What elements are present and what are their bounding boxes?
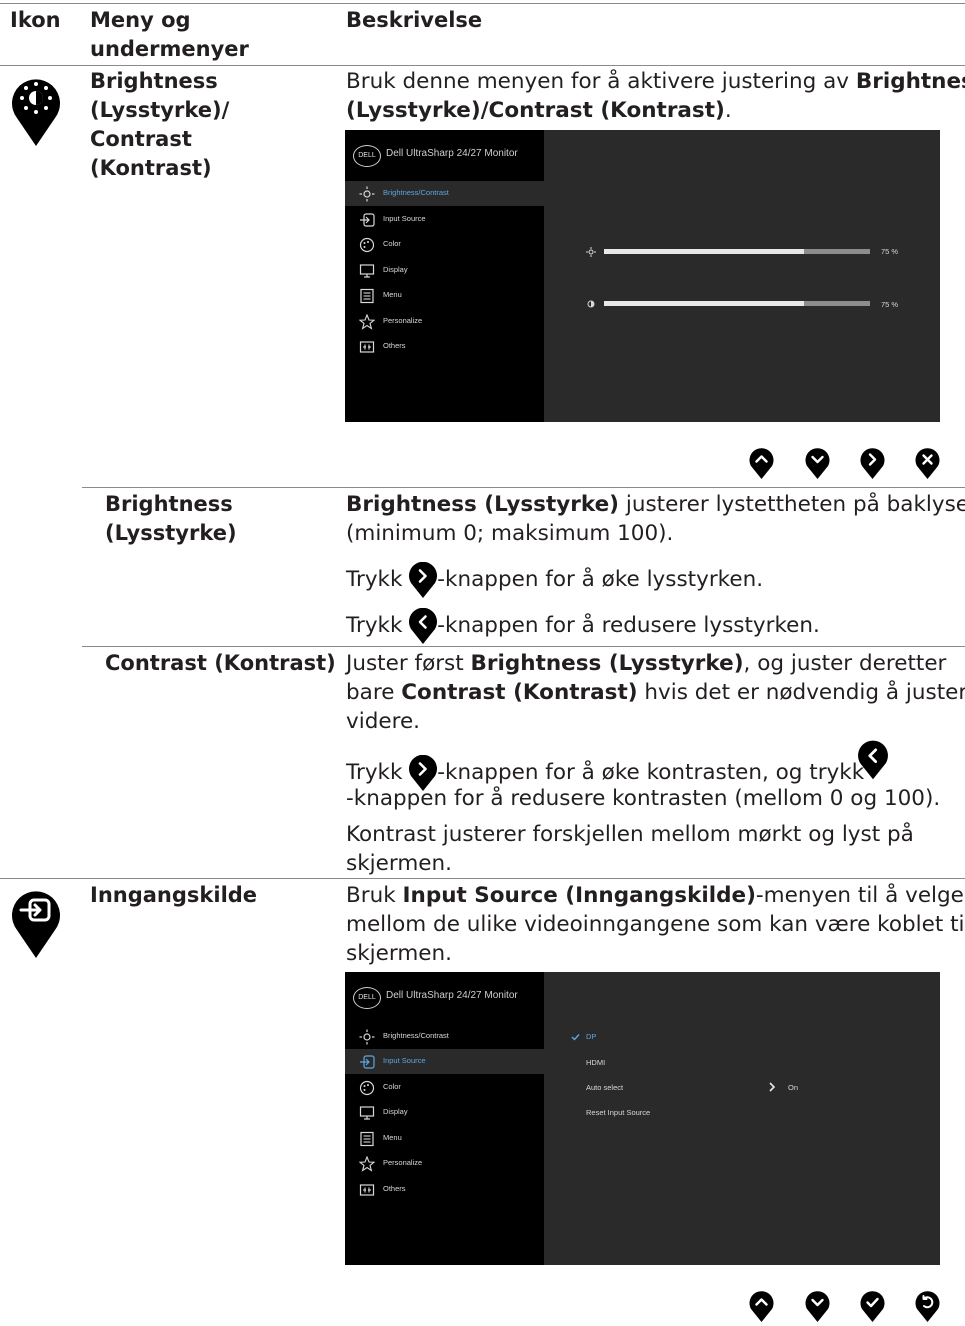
osd-menu-color[interactable]: Color bbox=[345, 1075, 544, 1100]
contrast-sub-desc-3: videre. bbox=[346, 709, 421, 734]
contrast-slider-icon bbox=[587, 300, 595, 308]
osd-title: Dell UltraSharp 24/27 Monitor bbox=[386, 990, 518, 1001]
down-button-icon bbox=[805, 448, 830, 479]
monitor-icon bbox=[359, 264, 375, 278]
chevron-right-icon bbox=[769, 1082, 776, 1092]
brightness-sub-name-2: (Lysstyrke) bbox=[105, 521, 237, 545]
brightness-slider-icon bbox=[586, 247, 596, 257]
check-icon bbox=[571, 1034, 580, 1041]
contrast-sub-p3-1: Kontrast justerer forskjellen mellom mør… bbox=[346, 822, 914, 847]
others-icon bbox=[359, 341, 375, 353]
contrast-sub-desc-2: bare Contrast (Kontrast) hvis det er nød… bbox=[346, 680, 965, 705]
option-hdmi[interactable]: HDMI bbox=[586, 1058, 605, 1067]
brightness-value: 75 % bbox=[881, 247, 899, 256]
brightness-sub-name-1: Brightness bbox=[105, 492, 233, 516]
list-icon bbox=[360, 288, 374, 304]
contrast-slider[interactable] bbox=[604, 301, 870, 306]
brightness-sub-press-up: Trykk -knappen for å øke lysstyrken. bbox=[346, 561, 763, 598]
osd-menu-brightness-contrast[interactable]: Brightness/Contrast bbox=[345, 181, 544, 206]
input-icon bbox=[360, 1055, 375, 1069]
osd-title: Dell UltraSharp 24/27 Monitor bbox=[386, 148, 518, 159]
osd-menu-menu[interactable]: Menu bbox=[345, 1126, 544, 1151]
osd-menu-color[interactable]: Color bbox=[345, 232, 544, 257]
rule-contrast-sub bbox=[82, 646, 965, 647]
contrast-sub-press-line2: -knappen for å redusere kontrasten (mell… bbox=[346, 786, 941, 811]
contrast-value: 75 % bbox=[881, 300, 899, 309]
header-menu-line2: undermenyer bbox=[90, 37, 249, 61]
right-button-inline-icon bbox=[409, 561, 438, 598]
input-source-desc-2: mellom de ulike videoinngangene som kan … bbox=[346, 912, 965, 937]
confirm-button-icon bbox=[860, 1291, 885, 1322]
header-rule bbox=[0, 65, 965, 66]
sun-icon bbox=[359, 186, 375, 202]
close-button-icon bbox=[915, 448, 940, 479]
input-source-desc-1: Bruk Input Source (Inngangskilde)-menyen… bbox=[346, 883, 964, 908]
left-button-inline-icon bbox=[409, 607, 438, 644]
contrast-slider-fill bbox=[803, 301, 870, 306]
others-icon bbox=[359, 1184, 375, 1196]
input-source-desc-3: skjermen. bbox=[346, 941, 452, 966]
osd-menu-input-source[interactable]: Input Source bbox=[345, 1049, 544, 1074]
osd-menu-personalize[interactable]: Personalize bbox=[345, 309, 544, 334]
brightness-contrast-desc-1: Bruk denne menyen for å aktivere justeri… bbox=[346, 69, 965, 94]
right-button-icon bbox=[860, 448, 885, 479]
brightness-sub-desc-2: (minimum 0; maksimum 100). bbox=[346, 521, 674, 546]
down-button-icon bbox=[805, 1291, 830, 1322]
brightness-contrast-icon bbox=[12, 79, 60, 146]
osd-menu-menu[interactable]: Menu bbox=[345, 283, 544, 308]
option-auto-select[interactable]: Auto select bbox=[586, 1083, 623, 1092]
contrast-sub-name: Contrast (Kontrast) bbox=[105, 651, 336, 675]
brightness-contrast-desc-2: (Lysstyrke)/Contrast (Kontrast). bbox=[346, 98, 732, 123]
option-dp[interactable]: DP bbox=[586, 1032, 596, 1041]
input-icon bbox=[360, 213, 375, 227]
osd-menu-display[interactable]: Display bbox=[345, 258, 544, 283]
top-rule bbox=[0, 3, 965, 4]
osd-menu-input-source[interactable]: Input Source bbox=[345, 207, 544, 232]
osd-brightness-contrast: DELL Dell UltraSharp 24/27 Monitor Brigh… bbox=[345, 130, 940, 422]
osd-menu-personalize[interactable]: Personalize bbox=[345, 1151, 544, 1176]
option-reset-input-source[interactable]: Reset Input Source bbox=[586, 1108, 650, 1117]
auto-select-value: On bbox=[788, 1083, 799, 1092]
brightness-contrast-name-1: Brightness bbox=[90, 69, 218, 93]
left-button-inline-icon bbox=[858, 740, 888, 780]
list-icon bbox=[360, 1131, 374, 1147]
star-icon bbox=[359, 1156, 375, 1172]
sun-icon bbox=[359, 1029, 375, 1045]
brightness-slider[interactable] bbox=[604, 249, 870, 254]
osd-menu-display[interactable]: Display bbox=[345, 1100, 544, 1125]
header-description: Beskrivelse bbox=[346, 8, 483, 32]
input-source-icon bbox=[12, 891, 60, 958]
osd-menu-brightness-contrast[interactable]: Brightness/Contrast bbox=[345, 1024, 544, 1049]
dell-logo: DELL bbox=[353, 987, 381, 1009]
contrast-sub-p3-2: skjermen. bbox=[346, 851, 452, 876]
up-button-icon bbox=[749, 448, 774, 479]
back-button-icon bbox=[915, 1291, 940, 1322]
rule-input-source bbox=[0, 878, 965, 879]
palette-icon bbox=[359, 1080, 375, 1096]
contrast-sub-desc-1: Juster først Brightness (Lysstyrke), og … bbox=[346, 651, 947, 676]
dell-logo: DELL bbox=[353, 145, 381, 167]
up-button-icon bbox=[749, 1291, 774, 1322]
brightness-contrast-name-4: (Kontrast) bbox=[90, 156, 212, 180]
star-icon bbox=[359, 314, 375, 330]
osd-menu-others[interactable]: Others bbox=[345, 1177, 544, 1202]
osd-menu-others[interactable]: Others bbox=[345, 334, 544, 359]
palette-icon bbox=[359, 237, 375, 253]
brightness-slider-fill bbox=[803, 249, 870, 254]
brightness-sub-press-down: Trykk -knappen for å redusere lysstyrken… bbox=[346, 607, 820, 644]
brightness-contrast-name-2: (Lysstyrke)/ bbox=[90, 98, 230, 122]
header-icon: Ikon bbox=[10, 8, 61, 32]
osd-input-source: DELL Dell UltraSharp 24/27 Monitor Brigh… bbox=[345, 972, 940, 1265]
header-menu-line1: Meny og bbox=[90, 8, 191, 32]
input-source-name: Inngangskilde bbox=[90, 883, 258, 907]
rule-brightness-sub bbox=[82, 487, 965, 488]
monitor-icon bbox=[359, 1106, 375, 1120]
brightness-sub-desc-1: Brightness (Lysstyrke) justerer lystetth… bbox=[346, 492, 965, 517]
brightness-contrast-name-3: Contrast bbox=[90, 127, 192, 151]
